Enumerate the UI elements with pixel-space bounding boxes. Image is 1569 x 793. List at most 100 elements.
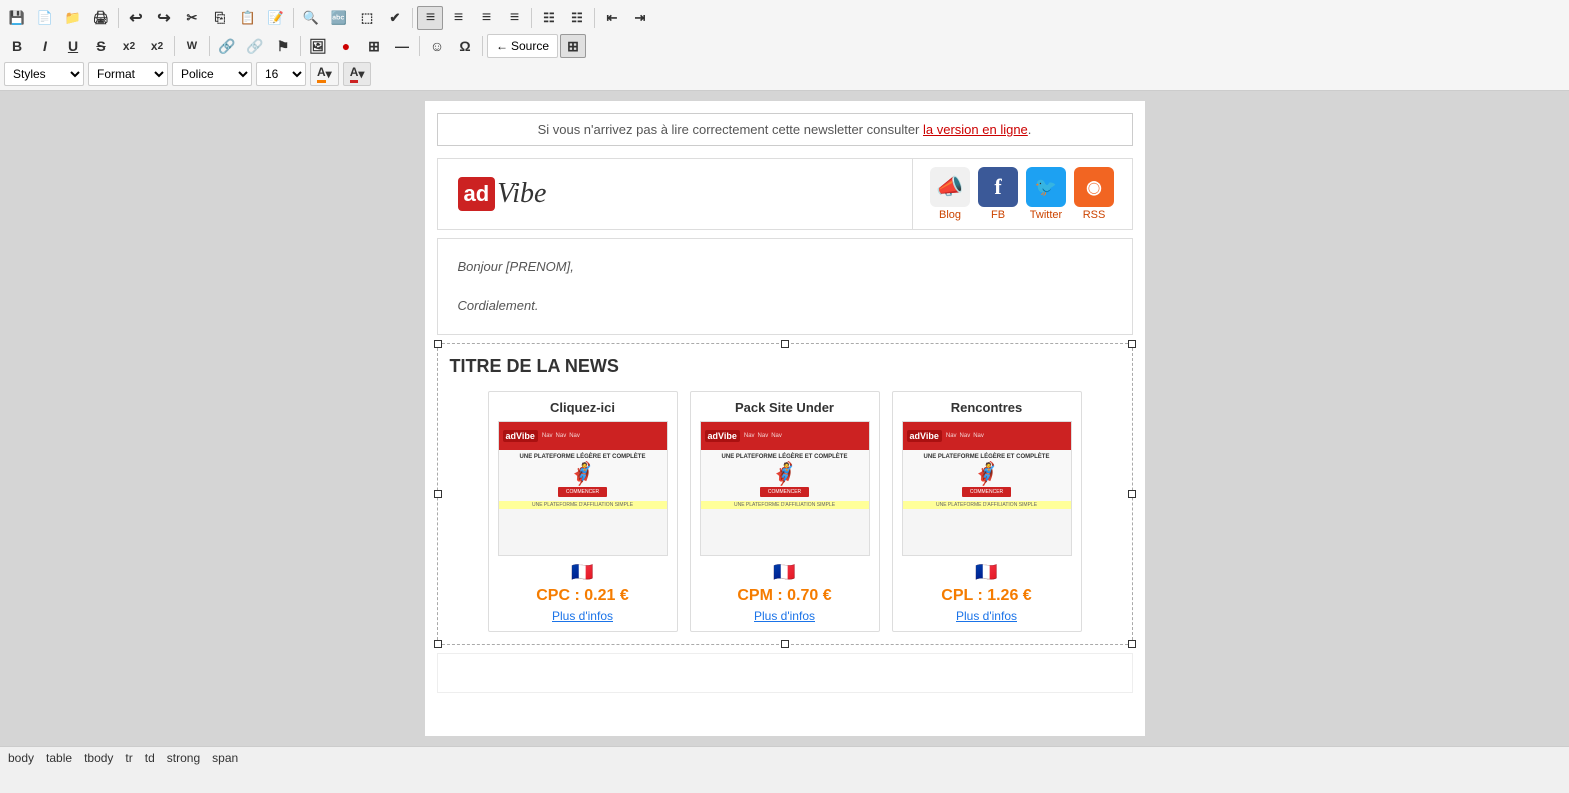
print-button[interactable]: 🖨 <box>88 6 114 30</box>
vibe-text: Vibe <box>497 178 546 210</box>
resize-handle-tl[interactable] <box>434 340 442 348</box>
card-1-body: UNE PLATEFORME LÉGÈRE ET COMPLÈTE 🦸 COMM… <box>499 450 667 501</box>
size-select[interactable]: 16 <box>256 62 306 86</box>
save-button[interactable]: 💾 <box>4 6 30 30</box>
outdent-button[interactable]: ⇤ <box>599 6 625 30</box>
table-button[interactable]: ⊞ <box>361 34 387 58</box>
card-1-mascot: 🦸 <box>569 463 596 485</box>
italic-button[interactable]: I <box>32 34 58 58</box>
card-1-image: adVibe Nav Nav Nav UNE PLATEFORME LÉGÈRE… <box>498 421 668 556</box>
advibe-logo: ad Vibe <box>458 177 547 211</box>
card-1-link[interactable]: Plus d'infos <box>497 609 669 623</box>
flash-button[interactable]: ● <box>333 34 359 58</box>
align-left-button[interactable]: ≡ <box>417 6 443 30</box>
paste-button[interactable]: 📋 <box>235 6 261 30</box>
statusbar: body table tbody tr td strong span <box>0 746 1569 769</box>
select-all-button[interactable]: ⬚ <box>354 6 380 30</box>
anchor-button[interactable]: ⚑ <box>270 34 296 58</box>
copy-button[interactable]: ⎘ <box>207 6 233 30</box>
card-3: Rencontres adVibe Nav Nav Nav <box>892 391 1082 632</box>
ordered-list-button[interactable]: ☷ <box>536 6 562 30</box>
superscript-button[interactable]: x2 <box>144 34 170 58</box>
editor-canvas[interactable]: Si vous n'arrivez pas à lire correctemen… <box>425 101 1145 736</box>
resize-handle-br[interactable] <box>1128 640 1136 648</box>
status-span[interactable]: span <box>212 751 238 765</box>
align-justify-button[interactable]: ≡ <box>501 6 527 30</box>
word-paste-button[interactable]: W <box>179 34 205 58</box>
bold-button[interactable]: B <box>4 34 30 58</box>
status-body[interactable]: body <box>8 751 34 765</box>
status-td[interactable]: td <box>145 751 155 765</box>
spellcheck-button[interactable]: ✔ <box>382 6 408 30</box>
resize-handle-mr[interactable] <box>1128 490 1136 498</box>
underline-button[interactable]: U <box>60 34 86 58</box>
showblocks-button[interactable]: ⊞ <box>560 34 586 58</box>
align-center-button[interactable]: ≡ <box>445 6 471 30</box>
font-select[interactable]: Police <box>172 62 252 86</box>
unordered-list-button[interactable]: ☷ <box>564 6 590 30</box>
resize-handle-tr[interactable] <box>1128 340 1136 348</box>
resize-handle-tm[interactable] <box>781 340 789 348</box>
strikethrough-button[interactable]: S <box>88 34 114 58</box>
card-2-logo: adVibe <box>705 430 740 442</box>
card-3-cta: COMMENCER <box>962 487 1011 497</box>
indent-button[interactable]: ⇥ <box>627 6 653 30</box>
card-2-price: CPM : 0.70 € <box>699 587 871 605</box>
editor-inner: Si vous n'arrivez pas à lire correctemen… <box>0 91 1569 746</box>
twitter-link[interactable]: 🐦 Twitter <box>1026 167 1066 221</box>
smiley-button[interactable]: ☺ <box>424 34 450 58</box>
status-strong[interactable]: strong <box>167 751 200 765</box>
card-2-cta: COMMENCER <box>760 487 809 497</box>
fb-link[interactable]: f FB <box>978 167 1018 221</box>
unlink-button[interactable]: 🔗 <box>242 34 268 58</box>
special-char-button[interactable]: Ω <box>452 34 478 58</box>
open-button[interactable]: 📁 <box>60 6 86 30</box>
card-2-title: Pack Site Under <box>699 400 871 415</box>
redo-button[interactable]: ↪ <box>151 6 177 30</box>
greeting-box[interactable]: Bonjour [PRENOM], Cordialement. <box>437 238 1133 335</box>
status-tr[interactable]: tr <box>125 751 132 765</box>
find-button[interactable]: 🔍 <box>298 6 324 30</box>
card-3-flag: 🇫🇷 <box>901 562 1073 583</box>
card-1-headline: UNE PLATEFORME LÉGÈRE ET COMPLÈTE <box>520 454 646 460</box>
card-3-img-top: adVibe Nav Nav Nav <box>903 422 1071 450</box>
source-icon: ← <box>496 39 508 53</box>
source-label: Source <box>511 39 549 53</box>
card-3-price: CPL : 1.26 € <box>901 587 1073 605</box>
undo-button[interactable]: ↩ <box>123 6 149 30</box>
toolbar-row-3: Styles Format Police 16 A▾ A▾ <box>4 60 1565 90</box>
card-3-nav: Nav Nav Nav <box>946 433 1067 439</box>
card-1-cta: COMMENCER <box>558 487 607 497</box>
card-2: Pack Site Under adVibe Nav Nav Nav <box>690 391 880 632</box>
text-color-button[interactable]: A▾ <box>310 62 339 86</box>
subscript-button[interactable]: x2 <box>116 34 142 58</box>
status-table[interactable]: table <box>46 751 72 765</box>
card-2-footer: UNE PLATEFORME D'AFFILIATION SIMPLE <box>701 501 869 509</box>
format-select[interactable]: Format <box>88 62 168 86</box>
card-1-logo: adVibe <box>503 430 538 442</box>
styles-select[interactable]: Styles <box>4 62 84 86</box>
replace-button[interactable]: 🔤 <box>326 6 352 30</box>
card-3-body: UNE PLATEFORME LÉGÈRE ET COMPLÈTE 🦸 COMM… <box>903 450 1071 501</box>
align-right-button[interactable]: ≡ <box>473 6 499 30</box>
resize-handle-bl[interactable] <box>434 640 442 648</box>
status-tbody[interactable]: tbody <box>84 751 113 765</box>
rss-link[interactable]: ◉ RSS <box>1074 167 1114 221</box>
notice-link[interactable]: la version en ligne <box>923 122 1028 137</box>
news-title: TITRE DE LA NEWS <box>450 356 1120 377</box>
bg-color-button[interactable]: A▾ <box>343 62 372 86</box>
news-section[interactable]: TITRE DE LA NEWS Cliquez-ici adVibe Nav … <box>437 343 1133 645</box>
blog-link[interactable]: 📣 Blog <box>930 167 970 221</box>
resize-handle-bm[interactable] <box>781 640 789 648</box>
hr-button[interactable]: — <box>389 34 415 58</box>
cards-row: Cliquez-ici adVibe Nav Nav Nav <box>450 391 1120 632</box>
card-2-link[interactable]: Plus d'infos <box>699 609 871 623</box>
image-button[interactable]: 🖼 <box>305 34 331 58</box>
new-button[interactable]: 📄 <box>32 6 58 30</box>
link-button[interactable]: 🔗 <box>214 34 240 58</box>
resize-handle-ml[interactable] <box>434 490 442 498</box>
paste-text-button[interactable]: 📝 <box>263 6 289 30</box>
card-3-link[interactable]: Plus d'infos <box>901 609 1073 623</box>
source-button[interactable]: ← Source <box>487 34 558 58</box>
cut-button[interactable]: ✂ <box>179 6 205 30</box>
